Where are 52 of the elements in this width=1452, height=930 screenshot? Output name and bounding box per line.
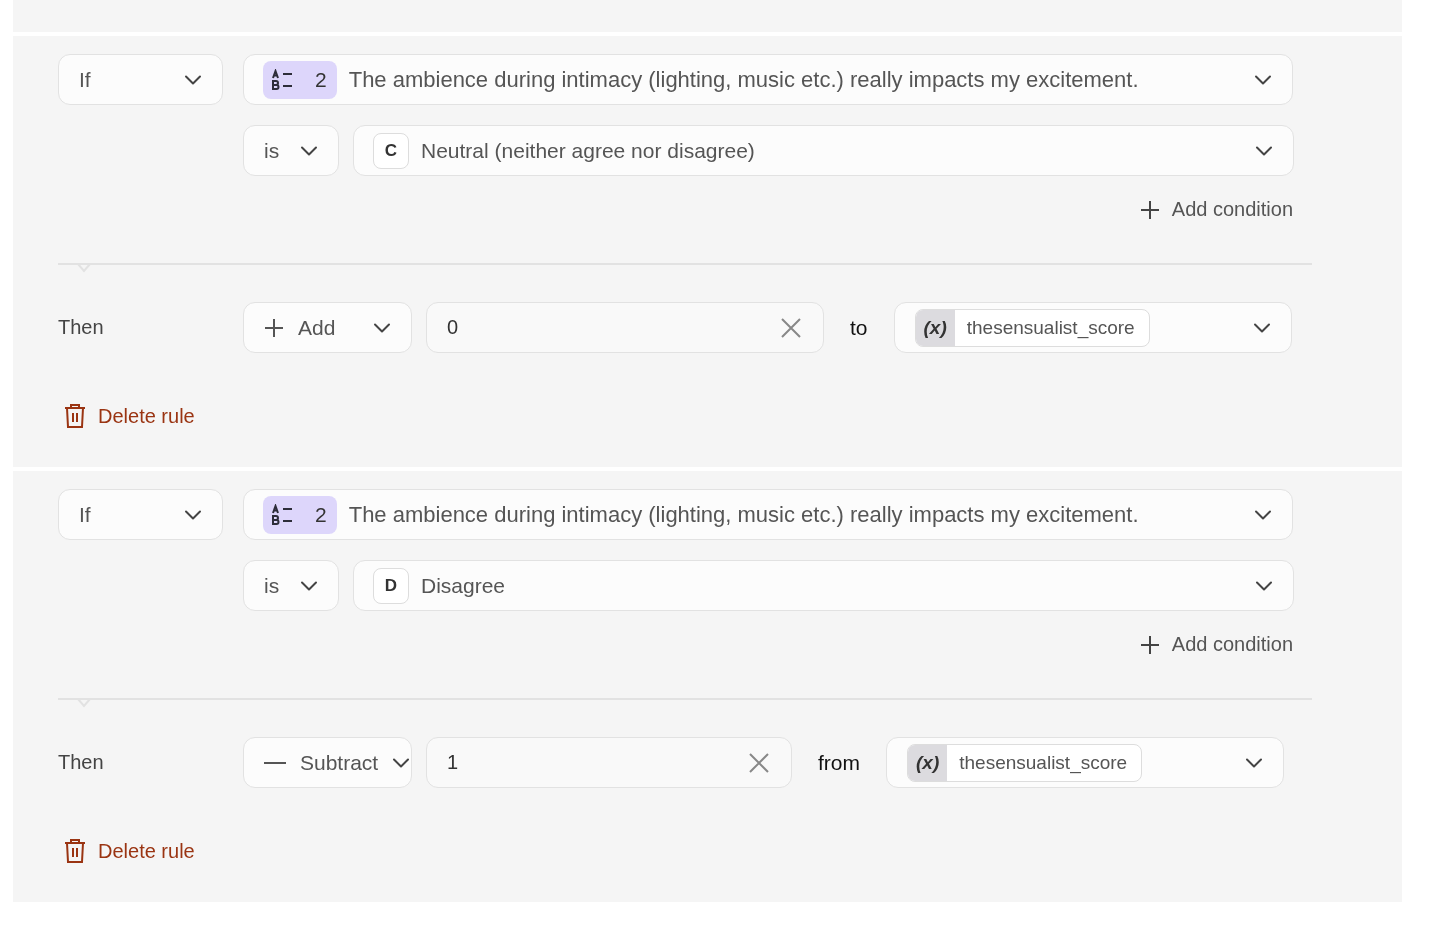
chevron-down-icon	[184, 74, 202, 85]
trash-icon	[64, 403, 86, 429]
chevron-down-icon	[392, 757, 411, 768]
then-label: Then	[58, 316, 105, 339]
variable-dropdown[interactable]: (x) thesensualist_score	[886, 737, 1284, 788]
answer-letter: C	[373, 132, 409, 169]
minus-icon	[264, 760, 286, 765]
variable-icon: (x)	[908, 744, 948, 781]
value-field[interactable]: 1	[426, 737, 792, 788]
preposition-label: to	[849, 315, 869, 340]
variable-icon: (x)	[915, 309, 955, 346]
answer-dropdown[interactable]: D Disagree	[353, 560, 1294, 611]
operator-dropdown[interactable]: is	[243, 560, 339, 611]
multiple-choice-icon	[271, 68, 295, 91]
close-icon[interactable]	[781, 317, 801, 338]
question-dropdown[interactable]: 2 The ambience during intimacy (lighting, music etc.) really impacts my excitement.	[243, 489, 1293, 540]
chevron-down-icon	[373, 322, 391, 333]
plus-icon	[264, 317, 284, 338]
delete-rule-button[interactable]: Delete rule	[58, 403, 195, 429]
variable-chip: (x) thesensualist_score	[907, 743, 1143, 782]
trash-icon	[64, 838, 86, 864]
close-icon[interactable]	[749, 752, 769, 773]
action-dropdown[interactable]: Add	[243, 302, 412, 353]
operator-dropdown[interactable]: is	[243, 125, 339, 176]
answer-dropdown[interactable]: C Neutral (neither agree nor disagree)	[353, 125, 1294, 176]
chevron-down-icon	[1254, 509, 1272, 520]
preposition-label: from	[817, 750, 861, 775]
value-field[interactable]: 0	[426, 302, 824, 353]
question-badge: 2	[263, 495, 337, 534]
chevron-down-icon	[300, 580, 318, 591]
plus-icon	[1139, 199, 1160, 220]
chevron-down-icon	[1252, 322, 1271, 333]
if-dropdown[interactable]: If	[58, 489, 223, 540]
then-label: Then	[58, 751, 105, 774]
variable-dropdown[interactable]: (x) thesensualist_score	[893, 302, 1292, 353]
chevron-down-icon	[300, 145, 318, 156]
answer-letter: D	[373, 567, 409, 604]
chevron-down-icon	[1255, 580, 1273, 591]
if-dropdown[interactable]: If	[58, 54, 223, 105]
chevron-down-icon	[1255, 145, 1273, 156]
variable-chip: (x) thesensualist_score	[914, 308, 1150, 347]
add-condition-button[interactable]: Add condition	[1139, 194, 1293, 225]
chevron-down-icon	[184, 509, 202, 520]
multiple-choice-icon	[271, 503, 295, 526]
chevron-down-icon	[1254, 74, 1272, 85]
plus-icon	[1139, 634, 1160, 655]
add-condition-button[interactable]: Add condition	[1139, 629, 1293, 660]
action-dropdown[interactable]: Subtract	[243, 737, 412, 788]
question-dropdown[interactable]: 2 The ambience during intimacy (lighting, music etc.) really impacts my excitement.	[243, 54, 1293, 105]
chevron-down-icon	[1245, 757, 1263, 768]
delete-rule-button[interactable]: Delete rule	[58, 838, 195, 864]
question-badge: 2	[263, 60, 337, 99]
